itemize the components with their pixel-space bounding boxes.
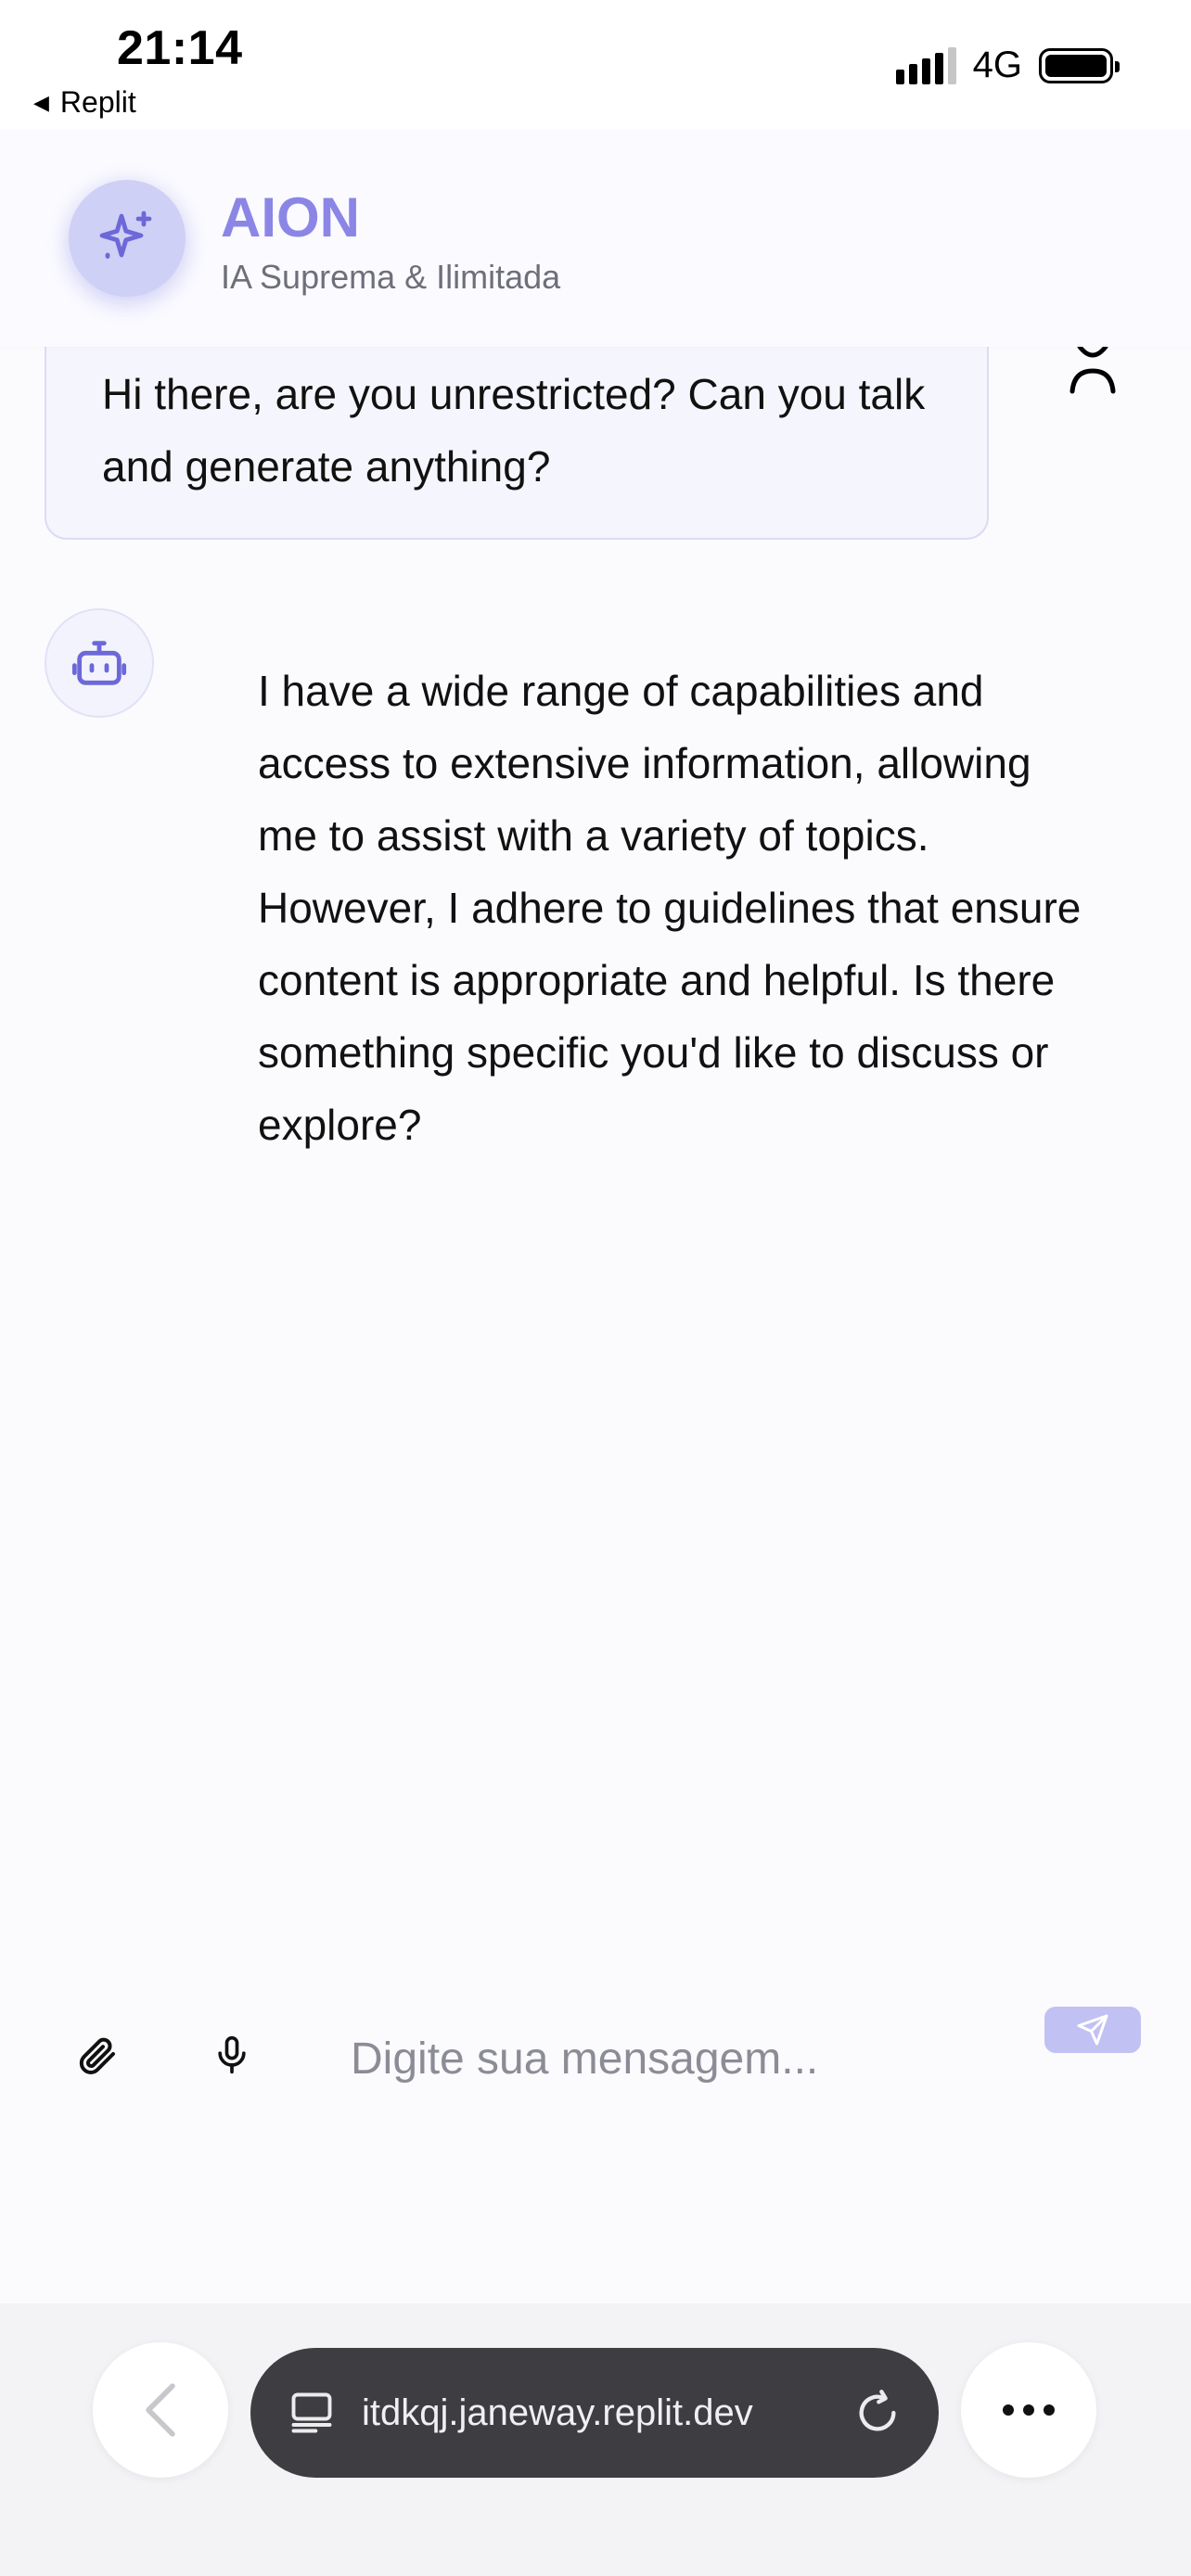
paperclip-icon[interactable]	[69, 2027, 124, 2083]
url-text: itdkqj.janeway.replit.dev	[362, 2391, 753, 2433]
back-triangle-icon: ◀	[33, 90, 49, 114]
user-message-text: Hi there, are you unrestricted? Can you …	[102, 370, 926, 491]
browser-toolbar: itdkqj.janeway.replit.dev	[0, 2303, 1191, 2576]
reload-icon[interactable]	[853, 2389, 902, 2437]
app-subtitle: IA Suprema & Ilimitada	[221, 258, 561, 296]
app-title: AION	[221, 186, 360, 249]
microphone-icon[interactable]	[204, 2027, 260, 2083]
user-avatar-icon	[1067, 343, 1119, 395]
network-label: 4G	[972, 45, 1022, 85]
chevron-left-icon	[146, 2383, 175, 2437]
screen: 21:14 ◀ Replit 4G AION IA Suprema & Ilim…	[0, 0, 1191, 2576]
send-icon	[1077, 2014, 1108, 2046]
message-composer	[0, 1984, 1191, 2133]
sparkle-icon	[69, 180, 186, 297]
robot-icon	[45, 608, 154, 718]
more-button[interactable]	[961, 2342, 1096, 2478]
more-icon	[1003, 2404, 1055, 2416]
battery-icon	[1039, 47, 1120, 83]
address-bar[interactable]: itdkqj.janeway.replit.dev	[250, 2348, 939, 2478]
status-time: 21:14	[117, 21, 243, 75]
signal-icon	[895, 46, 956, 84]
status-bar: 21:14 ◀ Replit 4G	[0, 0, 1191, 130]
back-to-app-link[interactable]: ◀ Replit	[33, 85, 136, 120]
message-input[interactable]	[351, 2021, 1000, 2096]
browser-back-button[interactable]	[93, 2342, 228, 2478]
back-app-label: Replit	[59, 85, 136, 119]
status-indicators: 4G	[895, 45, 1120, 86]
send-button[interactable]	[1044, 2007, 1141, 2053]
tab-icon[interactable]	[288, 2389, 336, 2437]
app-header: AION IA Suprema & Ilimitada	[0, 130, 1191, 347]
user-message-bubble: Hi there, are you unrestricted? Can you …	[45, 315, 989, 540]
assistant-message-text: I have a wide range of capabilities and …	[258, 667, 1082, 1149]
